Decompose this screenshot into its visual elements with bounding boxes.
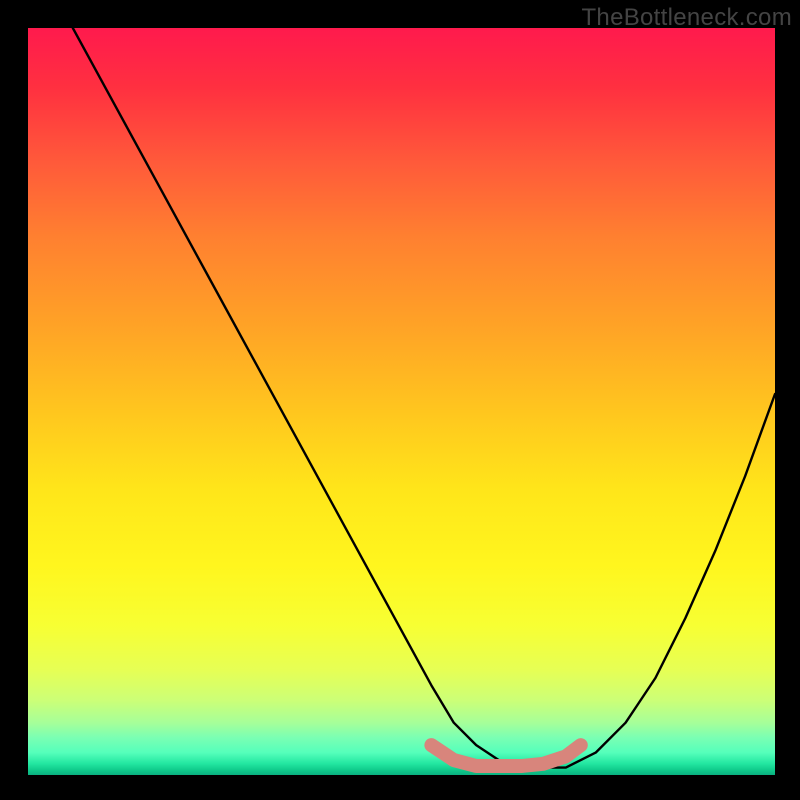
bottleneck-curve — [73, 28, 775, 768]
chart-frame: TheBottleneck.com — [0, 0, 800, 800]
highlight-segment — [431, 745, 580, 766]
plot-area — [28, 28, 775, 775]
curve-svg — [28, 28, 775, 775]
watermark-text: TheBottleneck.com — [581, 4, 792, 32]
